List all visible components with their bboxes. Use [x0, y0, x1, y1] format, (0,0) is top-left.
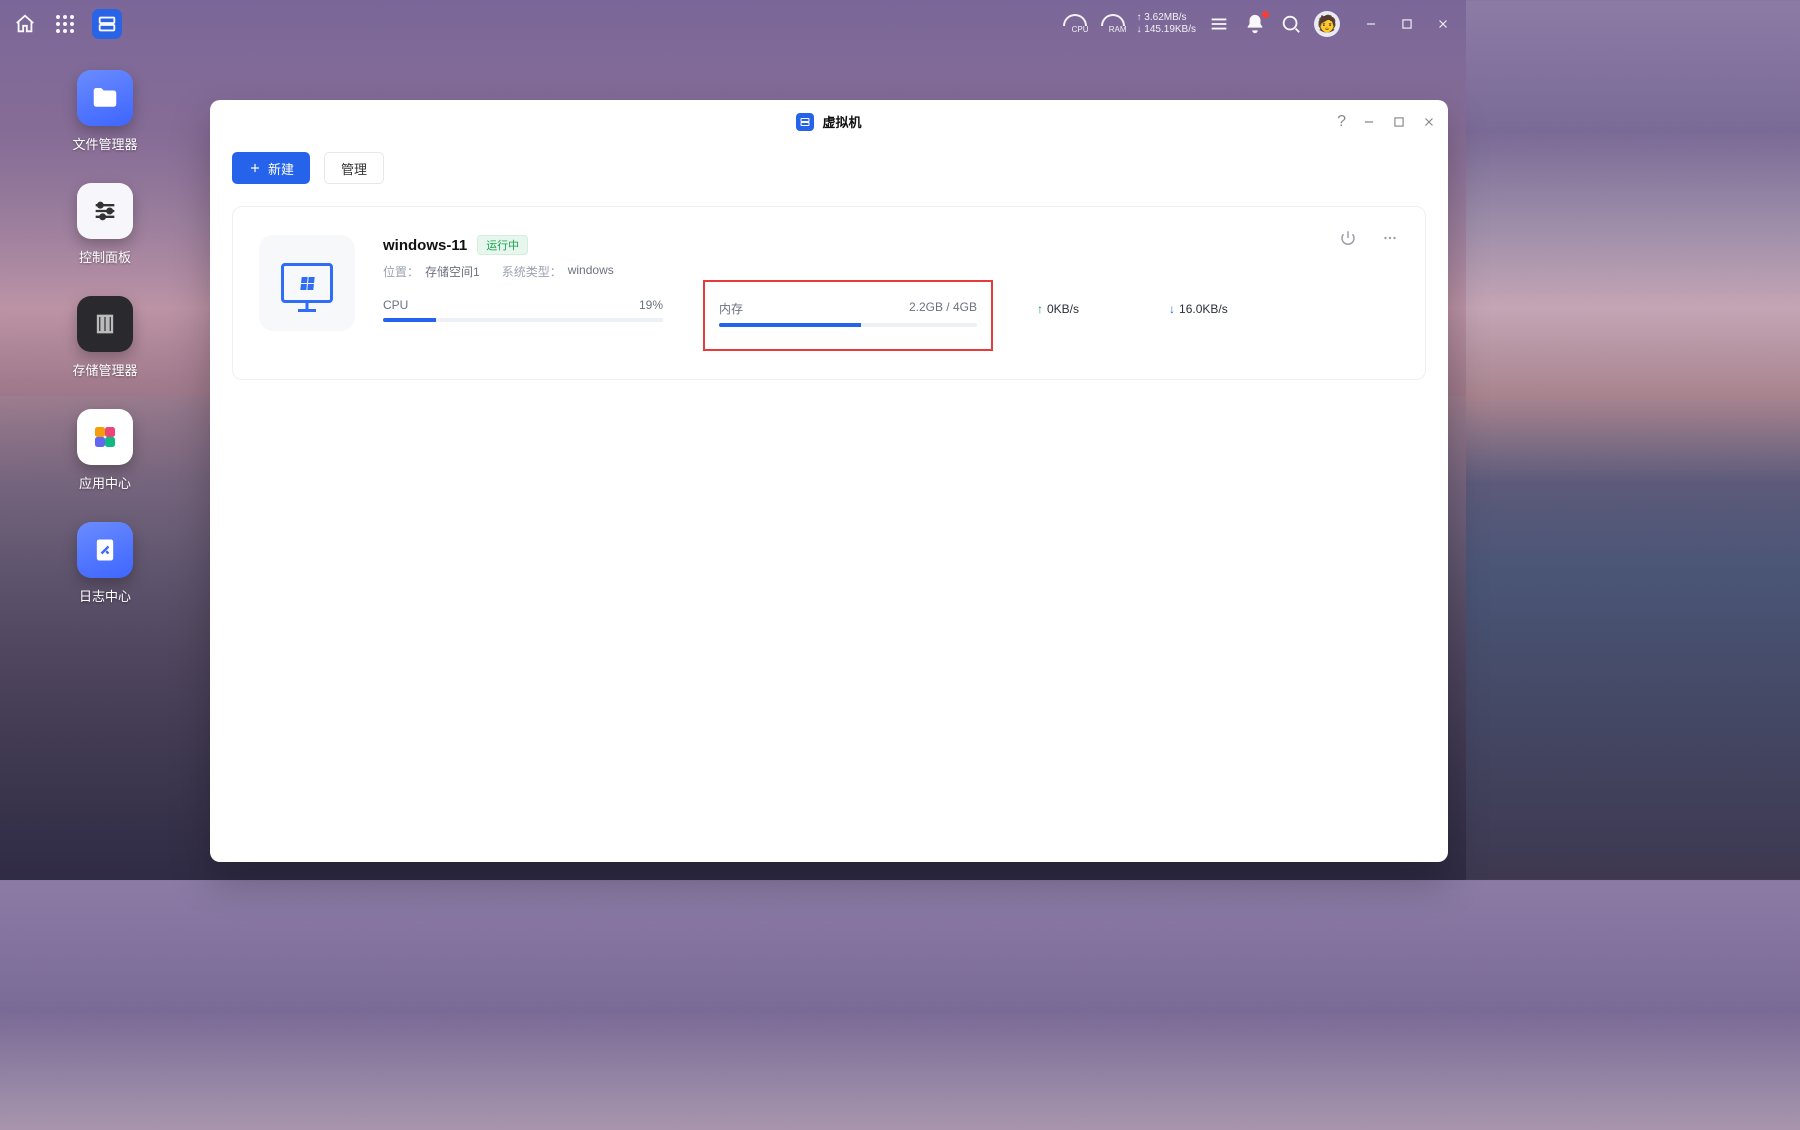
sidebar-item-file-manager[interactable]: 文件管理器	[72, 70, 137, 153]
cpu-gauge-label: CPU	[1072, 26, 1089, 34]
sidebar-item-label: 存储管理器	[72, 360, 137, 379]
cpu-stat: CPU 19%	[383, 298, 663, 322]
net-down-value: 16.0KB/s	[1179, 302, 1228, 316]
net-up-value: 0KB/s	[1047, 302, 1079, 316]
desktop-sidebar: 文件管理器 控制面板 存储管理器 应用中心 日志中心	[0, 70, 210, 605]
sidebar-item-storage-manager[interactable]: 存储管理器	[72, 296, 137, 379]
memory-stat-highlight: 内存 2.2GB / 4GB	[703, 280, 993, 351]
vm-app-icon	[796, 113, 814, 131]
window-minimize-icon[interactable]	[1360, 13, 1382, 35]
sidebar-item-label: 应用中心	[79, 473, 131, 492]
system-topbar: CPU RAM ↑ 3.62MB/s ↓ 145.19KB/s 🧑	[0, 0, 1466, 48]
arrow-up-icon: ↑	[1037, 302, 1043, 316]
sidebar-item-label: 控制面板	[79, 247, 131, 266]
sidebar-item-control-panel[interactable]: 控制面板	[77, 183, 133, 266]
net-down: ↓ 145.19KB/s	[1137, 24, 1196, 36]
help-icon[interactable]: ?	[1337, 113, 1346, 131]
location-key: 位置：	[383, 263, 419, 280]
ram-gauge[interactable]: RAM	[1099, 14, 1127, 34]
sidebar-item-label: 文件管理器	[72, 134, 137, 153]
location-value: 存储空间1	[425, 263, 480, 280]
net-up: ↑ 3.62MB/s	[1137, 12, 1196, 24]
home-icon[interactable]	[12, 11, 38, 37]
vm-card[interactable]: windows-11 运行中 位置： 存储空间1 系统类型： windows	[232, 206, 1426, 380]
window-close-icon[interactable]	[1432, 13, 1454, 35]
new-vm-button-label: 新建	[268, 159, 294, 178]
vm-manager-window: 虚拟机 ? 新建 管理 windows-11	[210, 100, 1448, 862]
ostype-value: windows	[568, 263, 614, 280]
power-icon[interactable]	[1339, 229, 1357, 252]
more-icon[interactable]	[1381, 229, 1399, 252]
arrow-down-icon: ↓	[1169, 302, 1175, 316]
manage-button-label: 管理	[341, 159, 367, 178]
window-title: 虚拟机	[822, 112, 861, 131]
sidebar-item-log-center[interactable]: 日志中心	[77, 522, 133, 605]
window-maximize-icon[interactable]	[1396, 13, 1418, 35]
avatar[interactable]: 🧑	[1314, 11, 1340, 37]
window-titlebar: 虚拟机 ?	[210, 100, 1448, 144]
inner-maximize-icon[interactable]	[1392, 115, 1406, 129]
monitor-icon	[281, 263, 333, 303]
bell-icon[interactable]	[1242, 11, 1268, 37]
toolbar: 新建 管理	[210, 144, 1448, 192]
ostype-key: 系统类型：	[502, 263, 562, 280]
list-icon[interactable]	[1206, 11, 1232, 37]
vm-app-taskbar-icon[interactable]	[92, 9, 122, 39]
status-badge: 运行中	[477, 235, 528, 255]
apps-grid-icon[interactable]	[52, 11, 78, 37]
network-stats: ↑ 3.62MB/s ↓ 145.19KB/s	[1137, 12, 1196, 36]
sidebar-item-label: 日志中心	[79, 586, 131, 605]
inner-minimize-icon[interactable]	[1362, 115, 1376, 129]
cpu-value: 19%	[639, 298, 663, 312]
vm-thumbnail	[259, 235, 355, 331]
mem-label: 内存	[719, 300, 743, 317]
search-icon[interactable]	[1278, 11, 1304, 37]
inner-close-icon[interactable]	[1422, 115, 1436, 129]
vm-name: windows-11	[383, 237, 467, 254]
mem-value: 2.2GB / 4GB	[909, 300, 977, 317]
new-vm-button[interactable]: 新建	[232, 152, 310, 184]
ram-gauge-label: RAM	[1109, 26, 1127, 34]
network-io: ↑ 0KB/s ↓ 16.0KB/s	[1037, 302, 1228, 316]
cpu-gauge[interactable]: CPU	[1061, 14, 1089, 34]
cpu-label: CPU	[383, 298, 408, 312]
manage-button[interactable]: 管理	[324, 152, 384, 184]
sidebar-item-app-center[interactable]: 应用中心	[77, 409, 133, 492]
